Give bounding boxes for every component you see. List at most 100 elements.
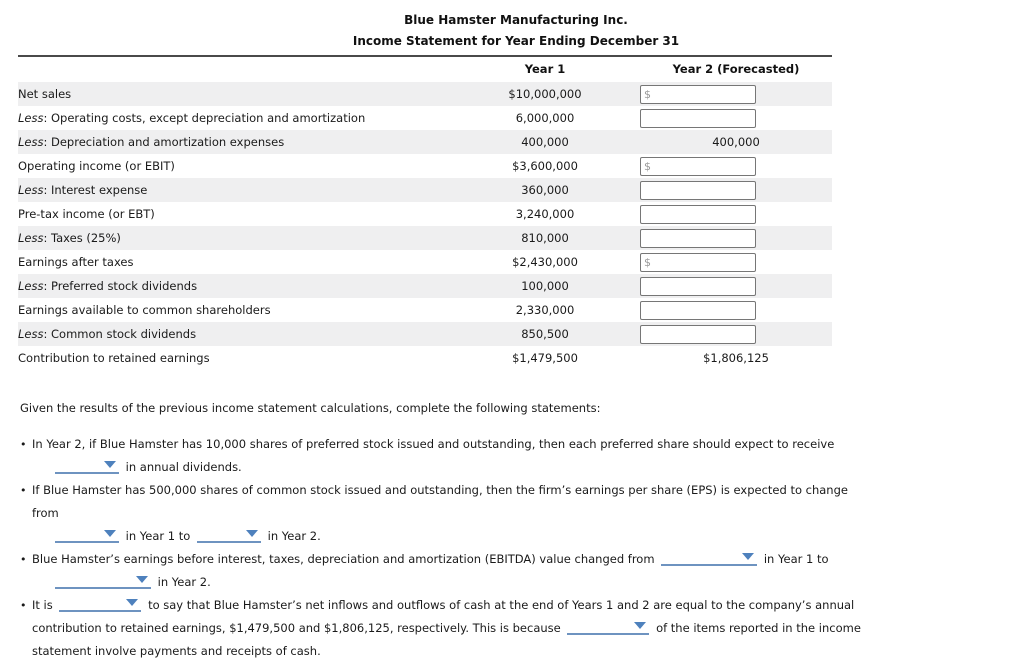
- row-year2-input-cell: [640, 178, 832, 202]
- year2-input-field[interactable]: [640, 229, 756, 248]
- row-label: Contribution to retained earnings: [18, 346, 450, 370]
- b1-text-part1: In Year 2, if Blue Hamster has 10,000 sh…: [32, 437, 834, 451]
- row-label-text: Pre-tax income (or EBT): [18, 207, 155, 221]
- dropdown-eps-year1[interactable]: [55, 526, 119, 543]
- row-label: Less: Taxes (25%): [18, 226, 450, 250]
- row-year2-input-cell: [640, 82, 832, 106]
- row-label-text: Contribution to retained earnings: [18, 351, 210, 365]
- dropdown-eps-year2[interactable]: [197, 526, 261, 543]
- year2-input-field[interactable]: [640, 325, 756, 344]
- table-header-row: Year 1 Year 2 (Forecasted): [18, 57, 832, 82]
- year2-input-field[interactable]: [640, 181, 756, 200]
- column-header-year1: Year 1: [450, 57, 640, 82]
- year2-input-field[interactable]: [640, 157, 756, 176]
- row-year1-value: 850,500: [450, 322, 640, 346]
- row-label-prefix: Less: [18, 111, 43, 125]
- row-year1-value: $3,600,000: [450, 154, 640, 178]
- row-label: Less: Common stock dividends: [18, 322, 450, 346]
- row-year1-value: $2,430,000: [450, 250, 640, 274]
- list-item-preferred-dividend: In Year 2, if Blue Hamster has 10,000 sh…: [20, 433, 870, 479]
- row-year2-value: 400,000: [640, 130, 832, 154]
- row-label-text: : Depreciation and amortization expenses: [43, 135, 284, 149]
- year2-input-field[interactable]: [640, 301, 756, 320]
- b1-text-part2: in annual dividends.: [126, 460, 242, 474]
- income-statement-page: Blue Hamster Manufacturing Inc. Income S…: [0, 0, 1024, 636]
- row-label-prefix: Less: [18, 279, 43, 293]
- year2-input-field[interactable]: [640, 109, 756, 128]
- dropdown-items-quantifier[interactable]: [567, 618, 649, 635]
- row-year1-value: 6,000,000: [450, 106, 640, 130]
- dropdown-ebitda-year1[interactable]: [661, 549, 757, 566]
- dropdown-correct-incorrect[interactable]: [59, 595, 141, 612]
- table-row: Less: Taxes (25%)810,000: [18, 226, 832, 250]
- chevron-down-icon: [104, 530, 116, 537]
- row-year2-input-cell: [640, 202, 832, 226]
- b3-text-part1: Blue Hamster’s earnings before interest,…: [32, 552, 655, 566]
- b2-text-part2: in Year 1 to: [126, 529, 191, 543]
- b4-text-part1: It is: [32, 598, 53, 612]
- table-row: Earnings after taxes $2,430,000: [18, 250, 832, 274]
- row-year2-input-cell: [640, 322, 832, 346]
- row-label-prefix: Less: [18, 135, 43, 149]
- row-year2-input-cell: [640, 274, 832, 298]
- row-label-text: Earnings available to common shareholder…: [18, 303, 271, 317]
- company-name: Blue Hamster Manufacturing Inc.: [0, 10, 1024, 31]
- income-statement-table-wrapper: Year 1 Year 2 (Forecasted) Net sales$10,…: [18, 55, 832, 370]
- dropdown-preferred-dividend-per-share[interactable]: [55, 457, 119, 474]
- row-year1-value: 100,000: [450, 274, 640, 298]
- year2-input-field[interactable]: [640, 253, 756, 272]
- chevron-down-icon: [136, 576, 148, 583]
- row-year1-value: 810,000: [450, 226, 640, 250]
- row-year2-input-cell: [640, 226, 832, 250]
- chevron-down-icon: [126, 599, 138, 606]
- table-row: Less: Common stock dividends850,500: [18, 322, 832, 346]
- questions-lead-text: Given the results of the previous income…: [20, 400, 870, 416]
- column-header-label: [18, 57, 450, 82]
- row-label: Less: Interest expense: [18, 178, 450, 202]
- questions-list: In Year 2, if Blue Hamster has 10,000 sh…: [20, 433, 870, 663]
- table-row: Pre-tax income (or EBT) 3,240,000: [18, 202, 832, 226]
- row-label-prefix: Less: [18, 231, 43, 245]
- table-row: Less: Preferred stock dividends100,000: [18, 274, 832, 298]
- row-year1-value: $1,479,500: [450, 346, 640, 370]
- statement-subtitle: Income Statement for Year Ending Decembe…: [0, 31, 1024, 52]
- row-year2-input-cell: [640, 106, 832, 130]
- statement-heading: Blue Hamster Manufacturing Inc. Income S…: [0, 0, 1024, 52]
- questions-block: Given the results of the previous income…: [20, 400, 870, 663]
- b3-text-part2: in Year 1 to: [764, 552, 829, 566]
- row-label-prefix: Less: [18, 183, 43, 197]
- list-item-eps-change: If Blue Hamster has 500,000 shares of co…: [20, 479, 870, 548]
- row-year1-value: 3,240,000: [450, 202, 640, 226]
- year2-input-field[interactable]: [640, 277, 756, 296]
- table-head: Year 1 Year 2 (Forecasted): [18, 57, 832, 82]
- row-label: Net sales: [18, 82, 450, 106]
- row-label-text: : Preferred stock dividends: [43, 279, 197, 293]
- income-statement-table: Year 1 Year 2 (Forecasted) Net sales$10,…: [18, 57, 832, 370]
- row-label-text: : Common stock dividends: [43, 327, 196, 341]
- b2-text-part3: in Year 2.: [268, 529, 321, 543]
- row-year1-value: 360,000: [450, 178, 640, 202]
- row-label-text: : Interest expense: [43, 183, 147, 197]
- row-label: Earnings available to common shareholder…: [18, 298, 450, 322]
- table-row: Less: Interest expense360,000: [18, 178, 832, 202]
- table-row: Less: Depreciation and amortization expe…: [18, 130, 832, 154]
- row-label-text: : Operating costs, except depreciation a…: [43, 111, 365, 125]
- row-year1-value: 400,000: [450, 130, 640, 154]
- row-year2-input-cell: [640, 154, 832, 178]
- row-label-prefix: Less: [18, 327, 43, 341]
- year2-input-field[interactable]: [640, 85, 756, 104]
- table-row: Earnings available to common shareholder…: [18, 298, 832, 322]
- dropdown-ebitda-year2[interactable]: [55, 572, 151, 589]
- row-label-text: Earnings after taxes: [18, 255, 134, 269]
- year2-input-field[interactable]: [640, 205, 756, 224]
- chevron-down-icon: [246, 530, 258, 537]
- row-label: Less: Operating costs, except depreciati…: [18, 106, 450, 130]
- chevron-down-icon: [104, 461, 116, 468]
- row-label: Less: Depreciation and amortization expe…: [18, 130, 450, 154]
- b3-text-part3: in Year 2.: [158, 575, 211, 589]
- row-year1-value: 2,330,000: [450, 298, 640, 322]
- table-row: Contribution to retained earnings $1,479,…: [18, 346, 832, 370]
- chevron-down-icon: [742, 553, 754, 560]
- row-year2-input-cell: [640, 298, 832, 322]
- row-label: Less: Preferred stock dividends: [18, 274, 450, 298]
